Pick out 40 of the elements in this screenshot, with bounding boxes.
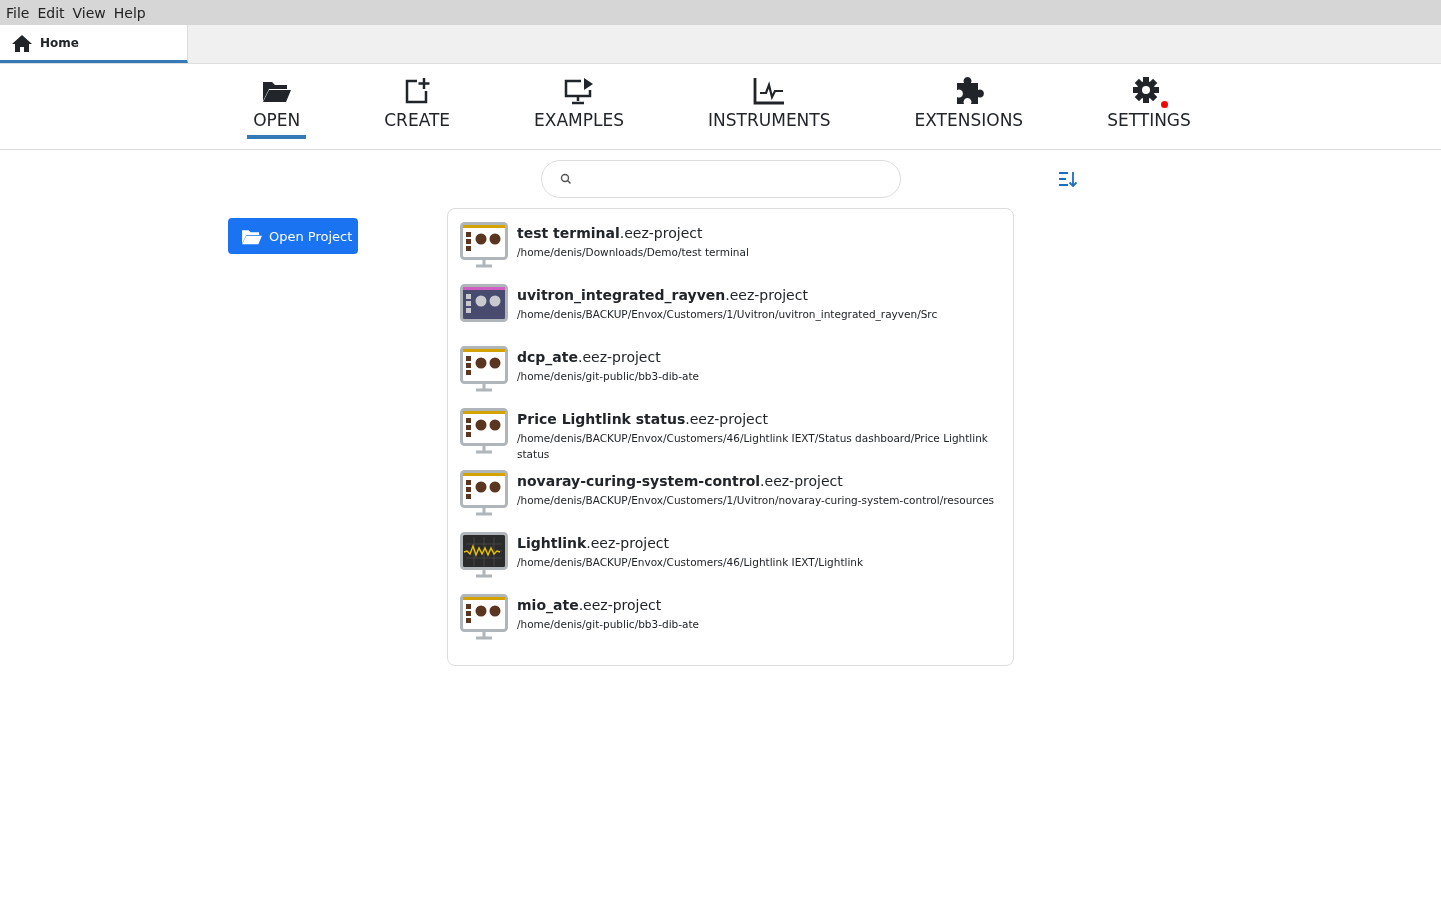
project-path: /home/denis/Downloads/Demo/test terminal — [517, 245, 750, 260]
oscilloscope-monitor-icon — [460, 532, 508, 578]
folder-icon — [261, 79, 292, 103]
project-path: /home/denis/BACKUP/Envox/Customers/1/Uvitron/uvitron_integrated_rayven/Src — [517, 307, 939, 322]
search-icon — [560, 173, 572, 185]
menu-item[interactable]: File — [2, 4, 34, 21]
dashboard-monitor-icon — [460, 470, 508, 516]
menu-item[interactable]: Edit — [33, 4, 69, 21]
home-tab[interactable]: Home — [0, 25, 188, 63]
folder-icon — [241, 227, 263, 245]
nav-tab[interactable]: INSTRUMENTS — [702, 110, 837, 139]
house-icon — [12, 33, 32, 52]
project-path: /home/denis/git-public/bb3-dib-ate — [517, 369, 700, 384]
add-file-icon — [403, 77, 432, 105]
project-file-name[interactable]: test terminal.eez-project — [517, 225, 1005, 241]
project-file-name[interactable]: novaray-curing-system-control.eez-project — [517, 473, 1005, 489]
sort-icon[interactable] — [1058, 170, 1078, 188]
nav-tab[interactable]: OPEN — [247, 110, 307, 139]
project-path: /home/denis/BACKUP/Envox/Customers/1/Uvitron/novaray-curing-system-control/resources — [517, 493, 996, 508]
menu-item[interactable]: Help — [109, 4, 150, 21]
nav-tab[interactable]: SETTINGS — [1101, 110, 1197, 139]
project-file-name[interactable]: uvitron_integrated_rayven.eez-project — [517, 287, 1005, 303]
project-file-name[interactable]: dcp_ate.eez-project — [517, 349, 1005, 365]
dashboard-monitor-icon — [460, 346, 508, 392]
project-path: /home/denis/BACKUP/Envox/Customers/46/Lightlink IEXT/Lightlink — [517, 555, 865, 570]
menu-item[interactable]: View — [68, 4, 110, 21]
project-file-name[interactable]: mio_ate.eez-project — [517, 597, 1005, 613]
nav-tab[interactable]: CREATE — [378, 110, 457, 139]
nav-tab[interactable]: EXAMPLES — [528, 110, 631, 139]
nav-tab[interactable]: EXTENSIONS — [908, 110, 1030, 139]
project-file-name[interactable]: Lightlink.eez-project — [517, 535, 1005, 551]
project-path: /home/denis/BACKUP/Envox/Customers/46/Lightlink IEXT/Status dashboard/Price Lightlink status — [517, 431, 989, 462]
dashboard-monitor-icon — [460, 594, 508, 640]
project-file-name[interactable]: Price Lightlink status.eez-project — [517, 411, 1005, 427]
dashboard-monitor-icon — [460, 222, 508, 268]
open-project-button[interactable]: Open Project — [228, 218, 358, 254]
project-path: /home/denis/git-public/bb3-dib-ate — [517, 617, 700, 632]
dashboard-monitor-icon — [460, 408, 508, 454]
dashboard-panel-icon — [460, 284, 508, 322]
chart-pulse-icon — [753, 77, 786, 105]
